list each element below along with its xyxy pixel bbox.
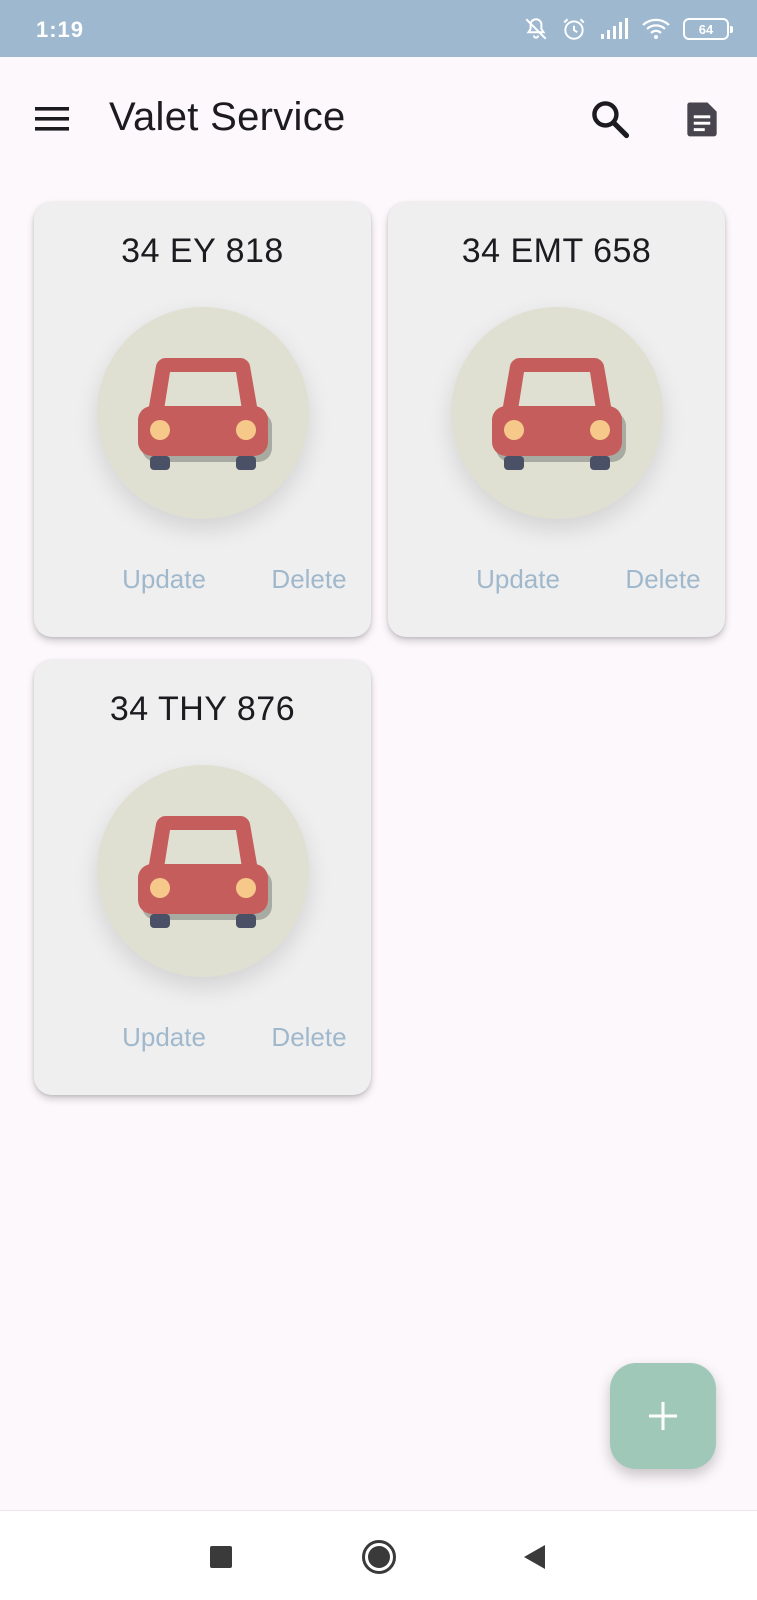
- back-icon[interactable]: [521, 1543, 547, 1571]
- menu-icon[interactable]: [33, 101, 73, 137]
- car-icon: [492, 357, 626, 470]
- recents-icon[interactable]: [209, 1545, 233, 1569]
- report-icon[interactable]: [680, 97, 724, 141]
- update-button[interactable]: Update: [104, 1022, 224, 1053]
- car-card[interactable]: 34 EY 818 Update Delete: [34, 202, 371, 637]
- status-bar: 1:19 64: [0, 0, 757, 57]
- app-bar: Valet Service: [0, 57, 757, 185]
- car-plate: 34 THY 876: [109, 690, 296, 728]
- update-button[interactable]: Update: [104, 564, 224, 595]
- status-time: 1:19: [36, 17, 85, 42]
- delete-button[interactable]: Delete: [249, 1022, 369, 1053]
- status-icons: 64: [523, 16, 733, 42]
- car-icon: [138, 357, 272, 470]
- add-car-button[interactable]: [610, 1363, 716, 1469]
- battery-icon: 64: [683, 18, 733, 40]
- car-avatar: [97, 765, 309, 977]
- alarm-icon: [561, 16, 587, 42]
- page-title: Valet Service: [109, 95, 346, 139]
- wifi-icon: [641, 17, 671, 41]
- car-avatar: [97, 307, 309, 519]
- car-card[interactable]: 34 THY 876 Update Delete: [34, 660, 371, 1095]
- search-icon[interactable]: [588, 97, 632, 141]
- delete-button[interactable]: Delete: [603, 564, 723, 595]
- system-nav-bar: [0, 1510, 757, 1600]
- delete-button[interactable]: Delete: [249, 564, 369, 595]
- car-plate: 34 EY 818: [121, 232, 284, 270]
- bell-off-icon: [523, 16, 549, 42]
- home-icon[interactable]: [361, 1539, 397, 1575]
- update-button[interactable]: Update: [458, 564, 578, 595]
- signal-icon: [599, 17, 629, 41]
- car-icon: [138, 815, 272, 928]
- car-avatar: [451, 307, 663, 519]
- car-plate: 34 EMT 658: [461, 232, 652, 270]
- plus-icon: [649, 1402, 677, 1430]
- car-card[interactable]: 34 EMT 658 Update Delete: [388, 202, 725, 637]
